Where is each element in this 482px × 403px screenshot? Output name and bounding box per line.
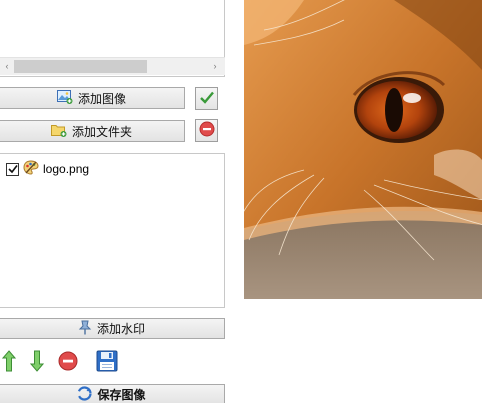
horizontal-scrollbar[interactable]: ‹ › (0, 57, 225, 75)
preview-image (244, 0, 482, 299)
scrollbar-thumb[interactable] (14, 60, 147, 73)
remove-icon (199, 121, 215, 140)
pin-icon (78, 320, 92, 338)
save-button[interactable] (95, 350, 119, 374)
watermark-list[interactable]: logo.png (0, 153, 225, 308)
add-watermark-button[interactable]: 添加水印 (0, 318, 225, 339)
scroll-right-arrow[interactable]: › (207, 58, 223, 75)
checkmark-icon (199, 91, 214, 107)
item-checkbox[interactable] (6, 162, 19, 176)
file-name: logo.png (43, 162, 90, 176)
palette-icon (23, 160, 39, 178)
add-folder-label: 添加文件夹 (71, 124, 132, 139)
arrow-up-icon (1, 349, 17, 375)
add-watermark-label: 添加水印 (96, 322, 145, 336)
delete-icon (58, 351, 78, 374)
floppy-disk-icon (96, 350, 118, 375)
arrow-down-icon (29, 350, 45, 375)
save-image-label: 保存图像 (97, 388, 146, 402)
confirm-button[interactable] (195, 87, 218, 110)
image-add-icon (56, 89, 73, 107)
folder-add-icon (50, 123, 67, 140)
delete-button[interactable] (56, 350, 80, 374)
move-up-button[interactable] (0, 349, 20, 375)
add-image-button[interactable]: 添加图像 (0, 87, 185, 109)
add-image-label: 添加图像 (77, 91, 126, 106)
list-item[interactable]: logo.png (6, 160, 89, 178)
save-image-button[interactable]: 保存图像 (0, 384, 225, 403)
remove-button[interactable] (195, 119, 218, 142)
refresh-icon (77, 385, 93, 403)
move-down-button[interactable] (26, 350, 48, 374)
scroll-left-arrow[interactable]: ‹ (0, 58, 15, 75)
add-folder-button[interactable]: 添加文件夹 (0, 120, 185, 142)
